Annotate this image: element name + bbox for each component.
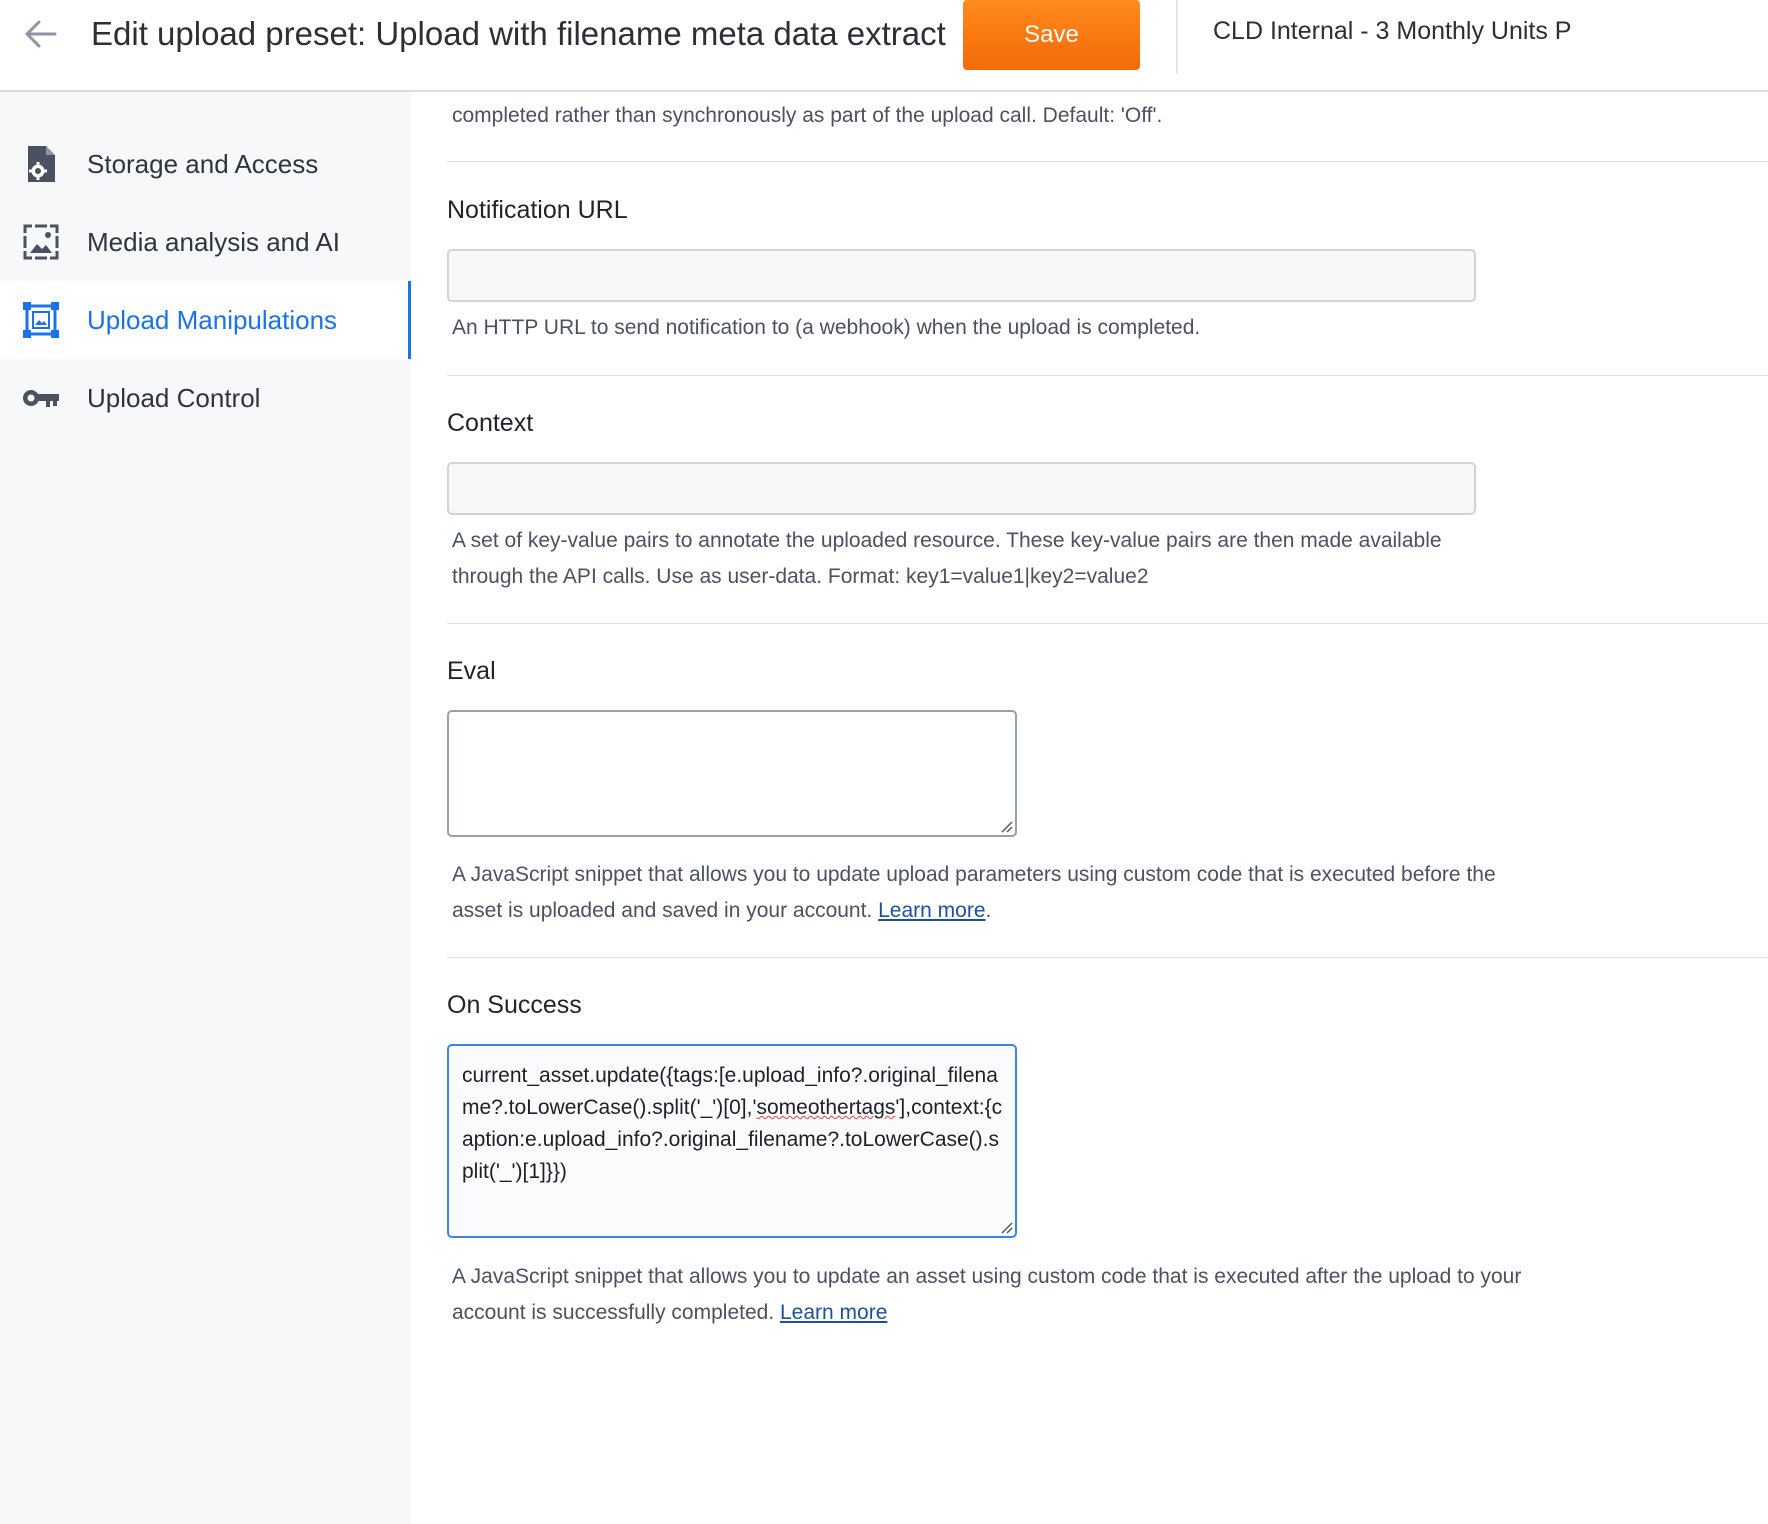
sidebar-item-label: Upload Manipulations: [87, 304, 338, 335]
async-description: completed rather than synchronously as p…: [452, 104, 1163, 127]
sidebar-item-media-analysis[interactable]: Media analysis and AI: [0, 203, 411, 281]
on-success-code[interactable]: current_asset.update({tags:[e.upload_inf…: [462, 1060, 1007, 1188]
account-selector[interactable]: CLD Internal - 3 Monthly Units P: [1213, 12, 1571, 50]
sidebar-item-upload-manipulations[interactable]: Upload Manipulations: [0, 281, 411, 359]
save-button[interactable]: Save: [963, 0, 1140, 70]
section-divider: [447, 957, 1768, 958]
resize-handle-icon[interactable]: [999, 819, 1013, 833]
on-success-description-text: A JavaScript snippet that allows you to …: [452, 1265, 1522, 1324]
notification-url-input[interactable]: [447, 249, 1476, 302]
on-success-description: A JavaScript snippet that allows you to …: [452, 1259, 1542, 1331]
top-bar: Edit upload preset: Upload with filename…: [0, 0, 1768, 92]
misspelled-word: someothertags: [756, 1096, 896, 1119]
file-gear-icon: [20, 143, 62, 185]
crop-frame-icon: [20, 299, 62, 341]
image-frame-icon: [20, 221, 62, 263]
eval-learn-more-link[interactable]: Learn more: [878, 899, 985, 922]
on-success-textarea[interactable]: current_asset.update({tags:[e.upload_inf…: [447, 1044, 1017, 1238]
sidebar: Storage and Access Media analysis and AI: [0, 92, 411, 1524]
resize-handle-icon[interactable]: [999, 1220, 1013, 1234]
context-description: A set of key-value pairs to annotate the…: [452, 529, 1442, 588]
eval-textarea[interactable]: [447, 710, 1017, 837]
key-icon: [20, 377, 62, 419]
back-arrow-icon[interactable]: [18, 12, 62, 56]
notification-url-label: Notification URL: [447, 196, 628, 224]
main-content: completed rather than synchronously as p…: [411, 92, 1768, 1524]
context-input[interactable]: [447, 462, 1476, 515]
header-divider: [1176, 0, 1178, 74]
on-success-label: On Success: [447, 991, 582, 1019]
eval-description-suffix: .: [985, 899, 992, 922]
on-success-learn-more-link[interactable]: Learn more: [780, 1301, 887, 1324]
sidebar-item-label: Upload Control: [87, 382, 261, 413]
section-divider: [447, 375, 1768, 376]
eval-label: Eval: [447, 657, 496, 685]
sidebar-item-label: Storage and Access: [87, 148, 319, 179]
section-divider: [447, 161, 1768, 162]
eval-description: A JavaScript snippet that allows you to …: [452, 857, 1532, 929]
notification-url-description: An HTTP URL to send notification to (a w…: [452, 316, 1201, 339]
section-divider: [447, 623, 1768, 624]
context-label: Context: [447, 409, 534, 437]
sidebar-item-storage-and-access[interactable]: Storage and Access: [0, 125, 411, 203]
page-title: Edit upload preset: Upload with filename…: [91, 15, 946, 52]
sidebar-item-label: Media analysis and AI: [87, 226, 340, 257]
sidebar-item-upload-control[interactable]: Upload Control: [0, 359, 411, 437]
